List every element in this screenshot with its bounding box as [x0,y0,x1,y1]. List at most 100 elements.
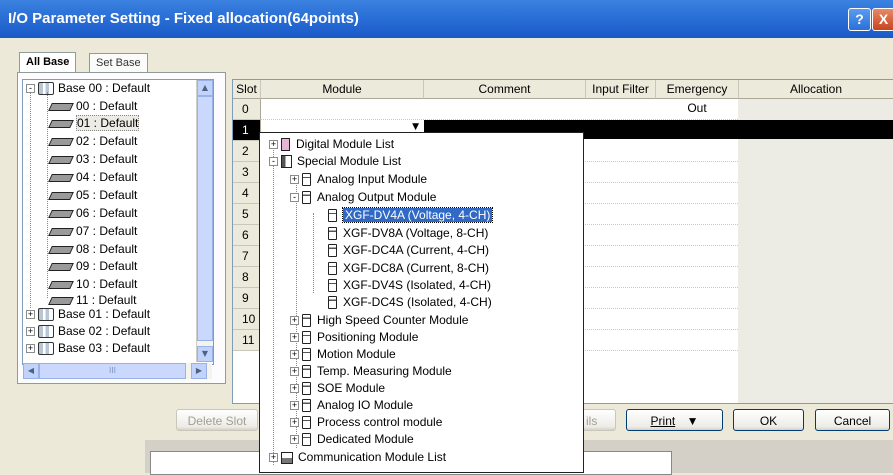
dropdown-item-xgf-dv4s[interactable]: XGF-DV4S (Isolated, 4-CH) [328,277,491,294]
tree-slot-02[interactable]: 02 : Default [48,133,137,150]
scroll-up-icon[interactable]: ▲ [197,80,213,96]
slot-cell[interactable]: 9 [233,288,261,309]
expand-toggle-icon[interactable]: + [290,333,299,343]
tree-slot-01[interactable]: 01 : Default [48,115,140,132]
dropdown-item-xgf-dv4a[interactable]: XGF-DV4A (Voltage, 4-CH) [328,207,494,224]
allocation-column [738,99,893,403]
expand-toggle-icon[interactable]: + [26,310,35,320]
dropdown-item-analog-io[interactable]: + Analog IO Module [290,397,413,414]
tree-base-01[interactable]: + Base 01 : Default [26,306,150,323]
scroll-thumb[interactable] [197,96,213,341]
tree-base-00[interactable]: - Base 00 : Default [26,80,150,97]
dropdown-item-communication-module-list[interactable]: + Communication Module List [269,449,446,466]
dropdown-item-motion[interactable]: + Motion Module [290,346,396,363]
base-icon [38,325,54,339]
dropdown-item-positioning[interactable]: + Positioning Module [290,329,418,346]
expand-toggle-icon[interactable]: + [290,401,299,411]
dropdown-item-xgf-dc8a[interactable]: XGF-DC8A (Current, 8-CH) [328,260,489,277]
module-dropdown-tree[interactable]: + Digital Module List - Special Module Lis… [259,132,584,473]
details-button[interactable]: ils [584,409,616,431]
module-icon [328,296,337,310]
tab-set-base[interactable]: Set Base [89,53,148,72]
tree-slot-10[interactable]: 10 : Default [48,276,137,293]
scroll-right-icon[interactable]: ▶ [191,363,207,379]
dropdown-item-label: Special Module List [297,154,402,168]
chevron-down-icon[interactable]: ▼ [412,122,419,132]
column-header-allocation[interactable]: Allocation [739,80,893,99]
close-button[interactable]: X [872,8,893,31]
slot-cell[interactable]: 4 [233,183,261,204]
dropdown-item-analog-input[interactable]: + Analog Input Module [290,171,427,188]
tree-slot-label: 07 : Default [76,224,138,238]
collapse-toggle-icon[interactable]: - [290,193,299,203]
dropdown-item-label: Digital Module List [296,137,395,151]
expand-toggle-icon[interactable]: + [26,344,35,354]
expand-toggle-icon[interactable]: + [26,327,35,337]
ok-button[interactable]: OK [733,409,804,431]
tree-slot-06[interactable]: 06 : Default [48,205,137,222]
slot-cell[interactable]: 10 [233,309,261,330]
dropdown-item-xgf-dv8a[interactable]: XGF-DV8A (Voltage, 8-CH) [328,225,488,242]
column-header-slot[interactable]: Slot [233,80,261,99]
expand-toggle-icon[interactable]: + [290,384,299,394]
tree-slot-08[interactable]: 08 : Default [48,241,137,258]
slot-cell[interactable]: 5 [233,204,261,225]
column-header-input-filter[interactable]: Input Filter [586,80,656,99]
delete-slot-button[interactable]: Delete Slot [176,409,258,431]
slot-cell-selected[interactable]: 1 [233,120,261,141]
dropdown-item-process-control[interactable]: + Process control module [290,414,442,431]
column-header-module[interactable]: Module [261,80,424,99]
dropdown-item-label: Analog Output Module [317,190,437,204]
expand-toggle-icon[interactable]: + [269,453,278,463]
tree-base-02[interactable]: + Base 02 : Default [26,323,150,340]
slot-cell[interactable]: 11 [233,330,261,351]
dropdown-item-soe[interactable]: + SOE Module [290,380,385,397]
scroll-left-icon[interactable]: ◀ [23,363,39,379]
dropdown-item-digital-module-list[interactable]: + Digital Module List [269,136,394,153]
expand-toggle-icon[interactable]: + [269,140,278,150]
expand-toggle-icon[interactable]: + [290,316,299,326]
dropdown-item-temp-measuring[interactable]: + Temp. Measuring Module [290,363,452,380]
tree-slot-09[interactable]: 09 : Default [48,258,137,275]
tree-slot-07[interactable]: 07 : Default [48,223,138,240]
tree-horizontal-scrollbar[interactable]: ◀ III ▶ [23,363,212,379]
dropdown-item-analog-output[interactable]: - Analog Output Module [290,189,436,206]
slot-cell[interactable]: 6 [233,225,261,246]
slot-cell[interactable]: 3 [233,162,261,183]
scroll-thumb[interactable]: III [39,363,186,379]
collapse-toggle-icon[interactable]: - [269,157,278,167]
column-header-emergency-out[interactable]: Emergency Out [656,80,739,115]
tree-slot-04[interactable]: 04 : Default [48,169,137,186]
expand-toggle-icon[interactable]: + [290,367,299,377]
base-tree[interactable]: - Base 00 : Default 00 : Default 01 : Def… [22,79,214,365]
dropdown-item-xgf-dc4s[interactable]: XGF-DC4S (Isolated, 4-CH) [328,294,492,311]
dropdown-item-dedicated[interactable]: + Dedicated Module [290,431,414,448]
tree-slot-00[interactable]: 00 : Default [48,98,137,115]
tree-base-03[interactable]: + Base 03 : Default [26,340,150,357]
dropdown-item-high-speed-counter[interactable]: + High Speed Counter Module [290,312,468,329]
tree-slot-03[interactable]: 03 : Default [48,151,137,168]
expand-toggle-icon[interactable]: + [290,175,299,185]
scroll-down-icon[interactable]: ▼ [197,346,213,362]
print-button[interactable]: Print ▼ [626,409,723,431]
slot-cell[interactable]: 0 [233,99,261,120]
dropdown-item-label: XGF-DV8A (Voltage, 8-CH) [343,226,489,240]
cancel-button[interactable]: Cancel [815,409,890,431]
help-button[interactable]: ? [848,8,871,31]
dropdown-item-special-module-list[interactable]: - Special Module List [269,153,401,170]
table-row[interactable] [261,99,738,120]
tree-base-label: Base 02 : Default [58,324,151,338]
slot-cell[interactable]: 2 [233,141,261,162]
slot-cell[interactable]: 7 [233,246,261,267]
dropdown-item-xgf-dc4a[interactable]: XGF-DC4A (Current, 4-CH) [328,242,489,259]
column-header-comment[interactable]: Comment [424,80,586,99]
digital-module-icon [281,138,290,152]
slot-cell[interactable]: 8 [233,267,261,288]
title-bar: I/O Parameter Setting - Fixed allocation… [0,0,893,38]
tab-all-base[interactable]: All Base [19,52,77,73]
expand-toggle-icon[interactable]: + [290,435,299,445]
tree-vertical-scrollbar[interactable]: ▲ ▼ [196,80,213,362]
expand-toggle-icon[interactable]: + [290,418,299,428]
tree-slot-05[interactable]: 05 : Default [48,187,137,204]
expand-toggle-icon[interactable]: + [290,350,299,360]
